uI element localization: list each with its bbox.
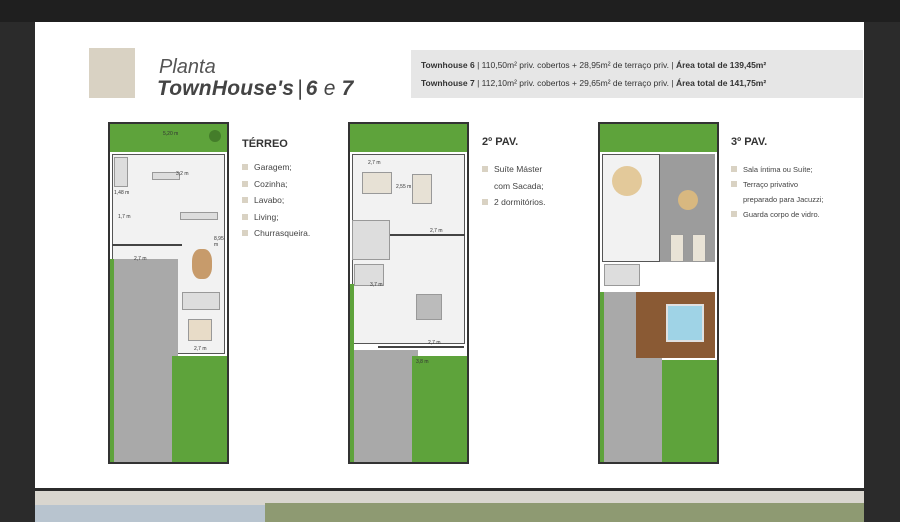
paving [354,350,418,462]
dim-label: 2,55 m [396,184,412,190]
dining-table [192,249,212,279]
legend-item: Terraço privativo [731,177,823,192]
dim-label: 2,7 m [194,346,207,352]
legend-3-pav: Sala íntima ou Suíte; Terraço privativo … [731,162,823,222]
area-info-box: Townhouse 6 | 110,50m² priv. cobertos + … [411,50,863,98]
dim-label: 2,7 m [428,340,441,346]
dim-label: 3,7 m [370,282,383,288]
side-strip [350,284,354,462]
bullet [482,166,488,172]
kitchen-island [180,212,218,220]
balcony-rail [378,346,464,348]
plan-3-pav [598,122,719,464]
garage-paving [114,259,178,462]
floor-title-3-pav: 3º PAV. [731,136,768,148]
legend-item: preparado para Jacuzzi; [743,195,824,204]
dim-label: 8,95 m [214,236,224,248]
legend-item: Cozinha; [242,176,310,193]
legend-terreo: Garagem; Cozinha; Lavabo; Living; Churra… [242,159,310,242]
bed [362,172,392,194]
dim-label: 3,2 m [176,171,189,177]
legend-item: Sala íntima ou Suíte; [731,162,823,177]
terrace-table [678,190,698,210]
dim-label: 1,7 m [118,214,131,220]
preview-sky [35,505,265,522]
lounger [692,234,706,262]
front-lawn [172,356,227,462]
tree-icon [209,130,221,142]
bullet [242,230,248,236]
floor-title-terreo: TÉRREO [242,138,288,150]
front-lawn [412,356,467,462]
front-lawn [662,360,717,462]
legend-item: Suíte Máster [482,161,546,178]
legend-2-pav: Suíte Máster com Sacada; 2 dormitórios. [482,161,546,211]
stairs [604,264,640,286]
dim-label: 1,48 m [114,190,130,196]
side-strip [110,259,114,462]
sofa [182,292,220,310]
viewer-top-bar [0,0,900,22]
bullet [731,211,737,217]
title-townhouses: TownHouse's | 6 e 7 [157,77,354,100]
paving [604,292,636,462]
plan-2-pav: 2,7 m 2,55 m 2,7 m 3,7 m 2,7 m 3,8 m [348,122,469,464]
legend-item: Lavabo; [242,192,310,209]
legend-item: Guarda corpo de vidro. [731,207,823,222]
dim-label: 2,7 m [134,256,147,262]
bullet [242,197,248,203]
legend-item: Churrasqueira. [242,225,310,242]
stairs [352,220,390,260]
wall [112,244,182,246]
legend-item: Garagem; [242,159,310,176]
jacuzzi [666,304,704,342]
bullet [731,181,737,187]
round-table [612,166,642,196]
legend-item: Living; [242,209,310,226]
dim-label: 3,8 m [416,359,429,365]
dim-label: 2,7 m [368,160,381,166]
bullet [482,199,488,205]
floor-title-2-pav: 2º PAV. [482,136,519,148]
info-row-townhouse-7: Townhouse 7 | 112,10m² priv. cobertos + … [421,78,767,88]
info-row-townhouse-6: Townhouse 6 | 110,50m² priv. cobertos + … [421,60,767,70]
title-planta: Planta [159,56,216,78]
dim-label: 2,7 m [430,228,443,234]
next-slide-preview [35,491,864,522]
dim-label: 5,20 m [163,131,179,137]
paving [636,358,662,462]
accent-swatch [89,48,135,98]
wall [390,234,465,236]
lavabo [114,157,128,187]
plan-terreo: 5,20 m 3,2 m 1,48 m 1,7 m 2,7 m 8,95 m 2… [108,122,229,464]
bullet [242,180,248,187]
bullet [242,213,248,220]
bullet [242,164,248,170]
legend-item: com Sacada; [494,180,544,191]
bullet [731,166,737,172]
master-bed [416,294,442,320]
floor-plan-slide: Planta TownHouse's | 6 e 7 Townhouse 6 | 1… [35,22,864,488]
back-garden [600,124,717,152]
back-garden [350,124,467,152]
side-strip [600,292,604,462]
lounger [670,234,684,262]
bed [412,174,432,204]
legend-item: 2 dormitórios. [482,194,546,211]
preview-greenery [265,503,864,522]
living-rug [188,319,212,341]
